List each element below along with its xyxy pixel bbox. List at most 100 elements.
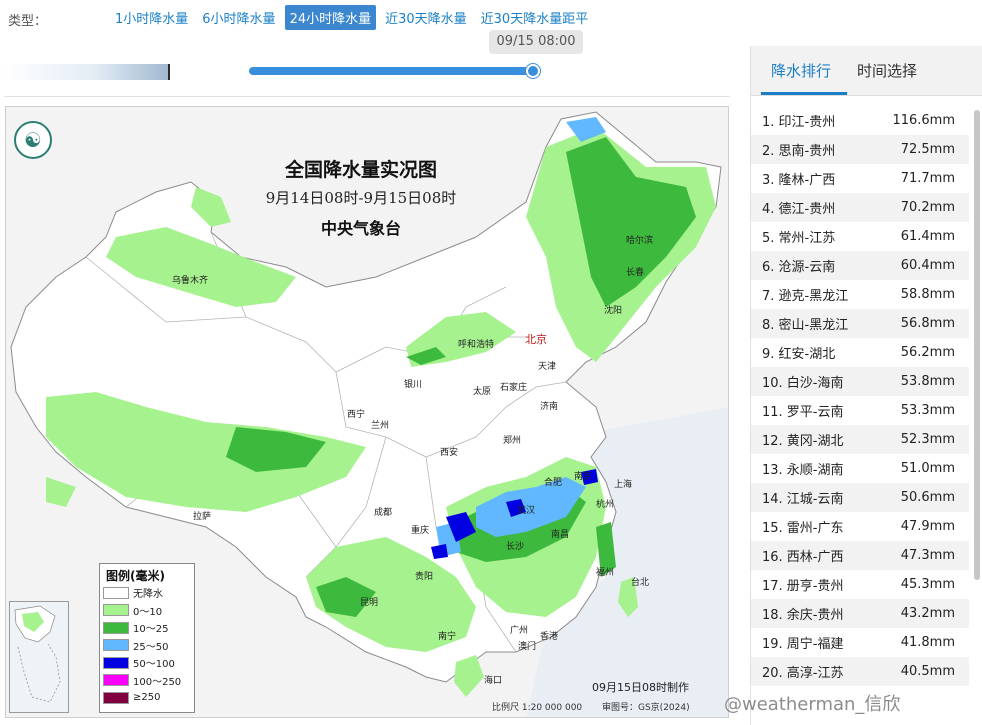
legend-label: 10～25 bbox=[133, 624, 169, 636]
city-label: 天津 bbox=[538, 362, 557, 372]
ranking-scrollbar[interactable] bbox=[973, 106, 981, 718]
inset-map-graphic bbox=[14, 605, 61, 703]
ranking-station: 2. 思南-贵州 bbox=[762, 144, 836, 159]
legend-item: ≥250 bbox=[100, 689, 194, 707]
ranking-station: 17. 册亨-贵州 bbox=[762, 579, 844, 594]
legend-swatch bbox=[103, 621, 129, 634]
city-label: 沈阳 bbox=[604, 306, 623, 316]
legend-label: 50～100 bbox=[133, 659, 175, 671]
city-label: 澳门 bbox=[518, 642, 537, 652]
type-tab-3[interactable]: 近30天降水量 bbox=[380, 5, 472, 30]
ranking-value: 61.4mm bbox=[900, 229, 955, 244]
city-label: 上海 bbox=[614, 480, 633, 490]
ranking-row[interactable]: 6. 沧源-云南 60.4mm bbox=[751, 251, 969, 280]
legend-rows: 无降水 0～10 10～25 25～50 50～100 100～250 ≥250 bbox=[100, 584, 194, 707]
city-label: 杭州 bbox=[596, 500, 615, 510]
ranking-station: 15. 雷州-广东 bbox=[762, 521, 844, 536]
ranking-scrollbar-thumb[interactable] bbox=[974, 110, 980, 580]
ranking-value: 56.2mm bbox=[900, 345, 955, 360]
ranking-value: 116.6mm bbox=[892, 113, 955, 128]
ranking-row[interactable]: 4. 德江-贵州 70.2mm bbox=[751, 193, 969, 222]
city-label: 昆明 bbox=[360, 598, 379, 608]
ranking-station: 19. 周宁-福建 bbox=[762, 637, 844, 652]
city-label: 石家庄 bbox=[500, 383, 528, 393]
legend-label: 100～250 bbox=[133, 676, 182, 688]
type-tab-4[interactable]: 近30天降水量距平 bbox=[476, 5, 594, 30]
ranking-row[interactable]: 11. 罗平-云南 53.3mm bbox=[751, 396, 969, 425]
ranking-row[interactable]: 7. 逊克-黑龙江 58.8mm bbox=[751, 280, 969, 309]
legend-item: 0～10 bbox=[100, 602, 194, 620]
ranking-value: 53.3mm bbox=[900, 403, 955, 418]
ranking-row[interactable]: 3. 隆林-广西 71.7mm bbox=[751, 164, 969, 193]
legend-swatch bbox=[103, 604, 129, 617]
ranking-row[interactable]: 1. 印江-贵州 116.6mm bbox=[751, 106, 969, 135]
legend-swatch bbox=[103, 691, 129, 704]
legend-swatch bbox=[103, 586, 129, 599]
ranking-value: 43.2mm bbox=[900, 606, 955, 621]
ranking-value: 70.2mm bbox=[900, 200, 955, 215]
map-legend: 图例(毫米) 无降水 0～10 10～25 25～50 50～100 100～250 ≥25… bbox=[99, 563, 195, 713]
ranking-value: 71.7mm bbox=[900, 171, 955, 186]
city-label: 福州 bbox=[596, 568, 615, 578]
ranking-row[interactable]: 5. 常州-江苏 61.4mm bbox=[751, 222, 969, 251]
ranking-value: 50.6mm bbox=[900, 490, 955, 505]
ranking-row[interactable]: 16. 西林-广西 47.3mm bbox=[751, 541, 969, 570]
ranking-row[interactable]: 8. 密山-黑龙江 56.8mm bbox=[751, 309, 969, 338]
ranking-row[interactable]: 2. 思南-贵州 72.5mm bbox=[751, 135, 969, 164]
ranking-value: 40.5mm bbox=[900, 664, 955, 679]
type-label: 类型： bbox=[8, 14, 48, 29]
ranking-station: 5. 常州-江苏 bbox=[762, 231, 836, 246]
city-label: 贵阳 bbox=[415, 572, 434, 582]
city-label: 银川 bbox=[404, 380, 423, 390]
city-label: 南京 bbox=[574, 472, 593, 482]
city-label: 合肥 bbox=[544, 478, 563, 488]
ranking-value: 51.0mm bbox=[900, 461, 955, 476]
time-slider-handle[interactable] bbox=[526, 64, 540, 78]
ranking-tabs: 降水排行 时间选择 bbox=[751, 46, 982, 96]
ranking-row[interactable]: 10. 白沙-海南 53.8mm bbox=[751, 367, 969, 396]
ranking-value: 52.3mm bbox=[900, 432, 955, 447]
legend-item: 25～50 bbox=[100, 637, 194, 655]
ranking-value: 47.3mm bbox=[900, 548, 955, 563]
ranking-row[interactable]: 19. 周宁-福建 41.8mm bbox=[751, 628, 969, 657]
ranking-station: 13. 永顺-湖南 bbox=[762, 463, 844, 478]
ranking-row[interactable]: 20. 高淳-江苏 40.5mm bbox=[751, 657, 969, 686]
ranking-row[interactable]: 15. 雷州-广东 47.9mm bbox=[751, 512, 969, 541]
time-slider-track[interactable] bbox=[249, 64, 540, 78]
precip-app: 类型： 1小时降水量 6小时降水量 24小时降水量 近30天降水量 近30天降水量距平 … bbox=[0, 0, 982, 725]
type-tab-0[interactable]: 1小时降水量 bbox=[110, 5, 193, 30]
ranking-station: 12. 黄冈-湖北 bbox=[762, 434, 844, 449]
ranking-value: 53.8mm bbox=[900, 374, 955, 389]
timeline-overview-bar[interactable] bbox=[4, 64, 170, 80]
ranking-station: 3. 隆林-广西 bbox=[762, 173, 836, 188]
ranking-row[interactable]: 18. 余庆-贵州 43.2mm bbox=[751, 599, 969, 628]
ranking-row[interactable]: 9. 红安-湖北 56.2mm bbox=[751, 338, 969, 367]
city-label: 南昌 bbox=[551, 530, 570, 540]
tab-time-select[interactable]: 时间选择 bbox=[857, 60, 917, 81]
precip-map: ☯ 全国降水量实况图 9月14日08时-9月15日08时 中央气象台 哈尔滨 长春… bbox=[5, 106, 729, 718]
city-label: 西宁 bbox=[347, 410, 366, 420]
tab-precip-ranking[interactable]: 降水排行 bbox=[771, 60, 831, 81]
ranking-row[interactable]: 12. 黄冈-湖北 52.3mm bbox=[751, 425, 969, 454]
type-tab-1[interactable]: 6小时降水量 bbox=[197, 5, 280, 30]
ranking-row[interactable]: 13. 永顺-湖南 51.0mm bbox=[751, 454, 969, 483]
city-label: 广州 bbox=[510, 626, 529, 636]
made-time: 09月15日08时制作 bbox=[592, 681, 689, 694]
ranking-station: 6. 沧源-云南 bbox=[762, 260, 836, 275]
city-label: 海口 bbox=[484, 676, 503, 686]
ranking-value: 41.8mm bbox=[900, 635, 955, 650]
map-approval-no: 审图号：GS京(2024) bbox=[602, 703, 690, 713]
ranking-station: 10. 白沙-海南 bbox=[762, 376, 844, 391]
ranking-row[interactable]: 14. 江城-云南 50.6mm bbox=[751, 483, 969, 512]
ranking-panel: 降水排行 时间选择 1. 印江-贵州 116.6mm 2. 思南-贵州 72.5mm 3… bbox=[750, 46, 982, 725]
city-label: 香港 bbox=[540, 632, 559, 642]
ranking-station: 11. 罗平-云南 bbox=[762, 405, 844, 420]
map-title: 全国降水量实况图 bbox=[284, 159, 437, 181]
type-tab-2[interactable]: 24小时降水量 bbox=[284, 5, 377, 30]
map-org: 中央气象台 bbox=[320, 219, 401, 238]
legend-item: 100～250 bbox=[100, 672, 194, 690]
ranking-station: 1. 印江-贵州 bbox=[762, 115, 836, 130]
ranking-station: 18. 余庆-贵州 bbox=[762, 608, 844, 623]
ranking-row[interactable]: 17. 册亨-贵州 45.3mm bbox=[751, 570, 969, 599]
ranking-value: 56.8mm bbox=[900, 316, 955, 331]
